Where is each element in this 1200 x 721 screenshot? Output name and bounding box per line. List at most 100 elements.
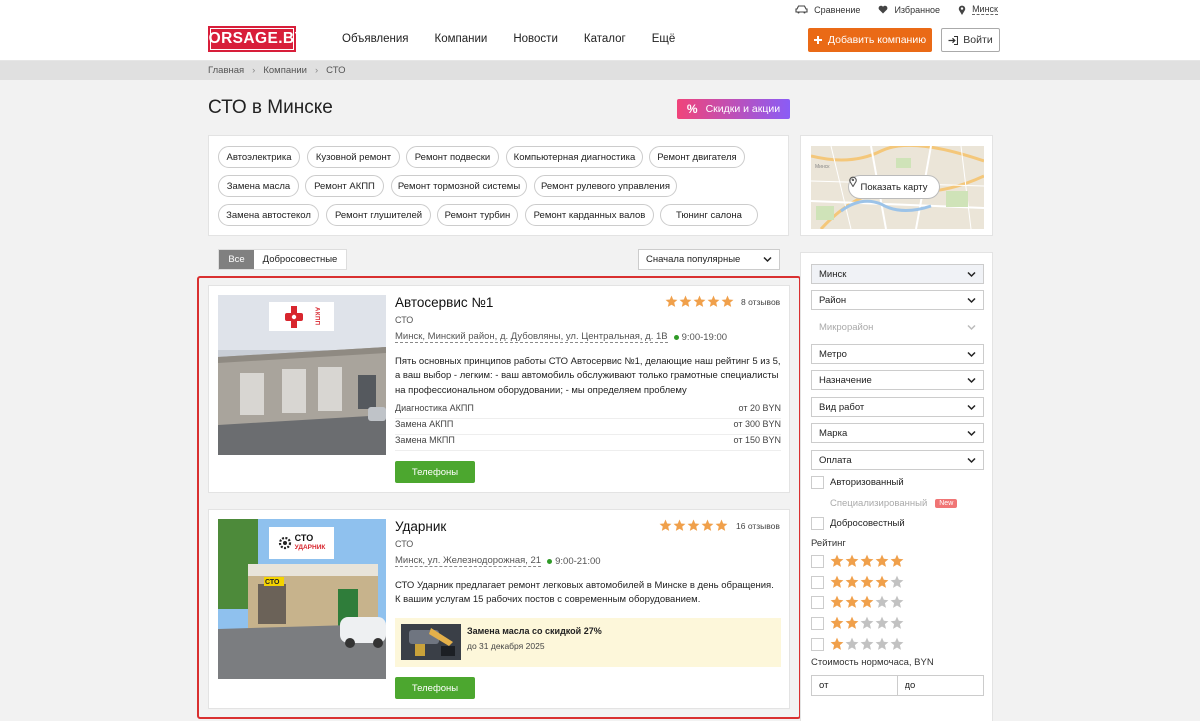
- category-tag[interactable]: Автоэлектрика: [218, 146, 300, 168]
- checkbox-box[interactable]: [811, 554, 824, 568]
- chevron-down-icon: [967, 404, 976, 411]
- breadcrumb-home[interactable]: Главная: [208, 65, 244, 76]
- checkbox-label: Авторизованный: [830, 477, 904, 488]
- chevron-down-icon: [967, 351, 976, 358]
- filter-metro-select[interactable]: Метро: [811, 344, 984, 364]
- category-tag[interactable]: Ремонт турбин: [437, 204, 518, 226]
- chevron-down-icon: [967, 377, 976, 384]
- city-selector[interactable]: Минск: [958, 4, 998, 15]
- filter-work-type-select[interactable]: Вид работ: [811, 397, 984, 417]
- checkbox-box: [811, 497, 824, 510]
- category-tag[interactable]: Ремонт тормозной системы: [391, 175, 527, 197]
- add-company-label: Добавить компанию: [827, 34, 927, 46]
- nav-item-ads[interactable]: Объявления: [342, 33, 409, 45]
- category-tags-panel: Автоэлектрика Кузовной ремонт Ремонт под…: [208, 135, 789, 236]
- filter-specialized-checkbox: Специализированный New: [811, 497, 958, 510]
- breadcrumb-separator-icon: ›: [314, 65, 319, 76]
- checkbox-label: Добросовестный: [830, 518, 905, 529]
- compare-link[interactable]: Сравнение: [795, 4, 860, 15]
- category-tag[interactable]: Кузовной ремонт: [307, 146, 400, 168]
- nav-item-more[interactable]: Ещё: [652, 33, 676, 45]
- filter-district-select[interactable]: Район: [811, 290, 984, 310]
- star-icon: [845, 595, 859, 608]
- star-icon: [890, 554, 904, 567]
- rating-option-1[interactable]: [811, 637, 904, 651]
- star-icon: [875, 637, 889, 650]
- category-tag[interactable]: Замена масла: [218, 175, 299, 197]
- price-filter-label: Стоимость нормочаса, BYN: [811, 657, 934, 668]
- checkbox-box[interactable]: [811, 517, 824, 530]
- star-icon: [845, 637, 859, 650]
- location-pin-icon: [849, 176, 857, 187]
- compare-label: Сравнение: [814, 4, 861, 15]
- rating-option-5[interactable]: [811, 554, 904, 568]
- map-preview[interactable]: Минск Показать карту: [811, 146, 984, 229]
- discounts-button[interactable]: % Скидки и акции: [677, 99, 790, 119]
- star-icon: [875, 616, 889, 629]
- filter-select-label: Марка: [819, 427, 848, 439]
- sort-selected-value: Сначала популярные: [646, 254, 741, 265]
- star-icon: [890, 575, 904, 588]
- category-tag[interactable]: Компьютерная диагностика: [506, 146, 643, 168]
- checkbox-box[interactable]: [811, 476, 824, 489]
- price-to-input[interactable]: [897, 675, 984, 696]
- add-company-button[interactable]: Добавить компанию: [808, 28, 932, 52]
- filter-purpose-select[interactable]: Назначение: [811, 370, 984, 390]
- category-tag[interactable]: Ремонт рулевого управления: [534, 175, 677, 197]
- rating-stars: [830, 595, 904, 609]
- star-icon: [890, 595, 904, 608]
- nav-item-companies[interactable]: Компании: [435, 33, 488, 45]
- filter-payment-select[interactable]: Оплата: [811, 450, 984, 470]
- site-logo[interactable]: FORSAGE.BY: [199, 26, 305, 52]
- rating-stars: [830, 637, 904, 651]
- page-title: СТО в Минске: [208, 97, 333, 118]
- rating-option-3[interactable]: [811, 595, 904, 609]
- category-tag[interactable]: Ремонт подвески: [406, 146, 499, 168]
- star-icon: [830, 575, 844, 588]
- filter-select-label: Вид работ: [819, 401, 865, 413]
- star-icon: [860, 637, 874, 650]
- nav-item-news[interactable]: Новости: [513, 33, 558, 45]
- listing-tabs: Все Добросовестные: [218, 249, 347, 270]
- checkbox-box[interactable]: [811, 575, 824, 589]
- checkbox-box[interactable]: [811, 595, 824, 609]
- checkbox-box[interactable]: [811, 616, 824, 630]
- filters-panel: Минск Район Микрорайон Метро Назначение …: [800, 252, 993, 721]
- category-tag[interactable]: Тюнинг салона: [660, 204, 758, 226]
- login-button[interactable]: Войти: [941, 28, 1000, 52]
- sort-select[interactable]: Сначала популярные: [638, 249, 780, 270]
- star-icon: [830, 616, 844, 629]
- star-icon: [830, 595, 844, 608]
- favorites-label: Избранное: [894, 4, 941, 15]
- category-tag[interactable]: Ремонт АКПП: [305, 175, 384, 197]
- top-links: Сравнение Избранное Минск: [795, 4, 998, 15]
- price-from-input[interactable]: [811, 675, 898, 696]
- show-map-button[interactable]: Показать карту: [848, 175, 940, 199]
- favorites-link[interactable]: Избранное: [878, 4, 940, 15]
- filter-brand-select[interactable]: Марка: [811, 423, 984, 443]
- tab-trusted[interactable]: Добросовестные: [254, 250, 346, 269]
- filter-trusted-checkbox[interactable]: Добросовестный: [811, 517, 905, 530]
- star-icon: [830, 554, 844, 567]
- car-compare-icon: [795, 5, 808, 14]
- checkbox-box[interactable]: [811, 637, 824, 651]
- filter-select-label: Метро: [819, 348, 847, 360]
- filter-microdistrict-select: Микрорайон: [811, 317, 984, 337]
- nav-item-catalog[interactable]: Каталог: [584, 33, 626, 45]
- star-icon: [830, 637, 844, 650]
- rating-option-4[interactable]: [811, 575, 904, 589]
- filter-authorized-checkbox[interactable]: Авторизованный: [811, 476, 904, 489]
- chevron-down-icon: [967, 297, 976, 304]
- category-tag[interactable]: Ремонт глушителей: [326, 204, 431, 226]
- show-map-label: Показать карту: [860, 181, 928, 193]
- category-tag[interactable]: Ремонт карданных валов: [525, 204, 654, 226]
- filter-city-select[interactable]: Минск: [811, 264, 984, 284]
- breadcrumb-companies[interactable]: Компании: [263, 65, 307, 76]
- category-tag[interactable]: Ремонт двигателя: [649, 146, 745, 168]
- rating-option-2[interactable]: [811, 616, 904, 630]
- star-icon: [845, 575, 859, 588]
- tab-all[interactable]: Все: [219, 250, 254, 269]
- category-tag[interactable]: Замена автостекол: [218, 204, 319, 226]
- star-icon: [860, 595, 874, 608]
- star-icon: [890, 616, 904, 629]
